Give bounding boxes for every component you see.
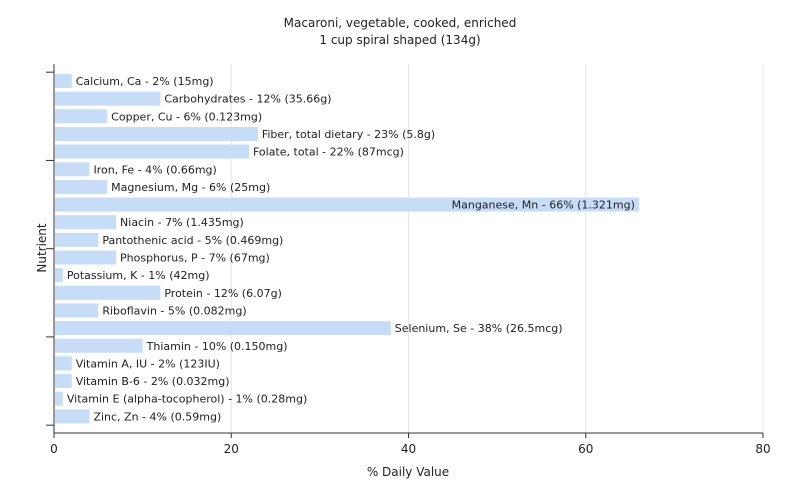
bar <box>55 409 90 424</box>
bar <box>55 391 63 406</box>
bar <box>55 250 117 265</box>
bar-label: Vitamin E (alpha-tocopherol) - 1% (0.28m… <box>67 393 307 406</box>
bar-label: Manganese, Mn - 66% (1.321mg) <box>452 199 635 212</box>
bar <box>55 321 391 336</box>
chart-subtitle: 1 cup spiral shaped (134g) <box>319 33 480 47</box>
bar-label: Protein - 12% (6.07g) <box>164 287 282 300</box>
x-tick-label: 60 <box>578 442 593 456</box>
bar <box>55 232 99 247</box>
bar <box>55 91 161 106</box>
bar-label: Calcium, Ca - 2% (15mg) <box>76 75 214 88</box>
x-axis-label: % Daily Value <box>367 465 449 479</box>
bar-label: Potassium, K - 1% (42mg) <box>67 269 210 282</box>
bar-label: Zinc, Zn - 4% (0.59mg) <box>93 410 221 423</box>
bar-chart-svg: Macaroni, vegetable, cooked, enriched 1 … <box>35 16 771 479</box>
x-tick-label: 80 <box>755 442 770 456</box>
bars: Calcium, Ca - 2% (15mg) Carbohydrates - 1… <box>55 74 639 424</box>
bar <box>55 126 258 141</box>
bar <box>55 144 249 159</box>
bar-label: Copper, Cu - 6% (0.123mg) <box>111 110 262 123</box>
bar-label: Niacin - 7% (1.435mg) <box>120 216 244 229</box>
bar <box>55 303 99 318</box>
bar-label: Folate, total - 22% (87mcg) <box>253 146 404 159</box>
bar <box>55 215 117 230</box>
bar-label: Fiber, total dietary - 23% (5.8g) <box>262 128 435 141</box>
bar-label: Thiamin - 10% (0.150mg) <box>146 340 288 353</box>
y-axis-label: Nutrient <box>35 223 49 273</box>
bar <box>55 356 72 371</box>
bar-label: Magnesium, Mg - 6% (25mg) <box>111 181 270 194</box>
bar <box>55 374 72 389</box>
bar-label: Vitamin B-6 - 2% (0.032mg) <box>76 375 230 388</box>
bar <box>55 162 90 177</box>
bar <box>55 285 161 300</box>
bar-label: Selenium, Se - 38% (26.5mcg) <box>395 322 563 335</box>
bar-label: Iron, Fe - 4% (0.66mg) <box>93 163 216 176</box>
chart-title: Macaroni, vegetable, cooked, enriched <box>284 16 517 30</box>
bar-label: Vitamin A, IU - 2% (123IU) <box>76 357 220 370</box>
x-tick-label: 0 <box>50 442 58 456</box>
bar-label: Carbohydrates - 12% (35.66g) <box>164 93 331 106</box>
x-tick-label: 20 <box>224 442 239 456</box>
bar <box>55 179 108 194</box>
bar-label: Riboflavin - 5% (0.082mg) <box>102 304 246 317</box>
bar <box>55 268 63 283</box>
bar-label: Phosphorus, P - 7% (67mg) <box>120 252 270 265</box>
bar <box>55 338 143 353</box>
chart: Macaroni, vegetable, cooked, enriched 1 … <box>0 0 800 500</box>
bar <box>55 109 108 124</box>
bar <box>55 74 72 88</box>
bar-label: Pantothenic acid - 5% (0.469mg) <box>102 234 283 247</box>
x-tick-label: 40 <box>401 442 416 456</box>
grid-lines <box>230 64 764 433</box>
